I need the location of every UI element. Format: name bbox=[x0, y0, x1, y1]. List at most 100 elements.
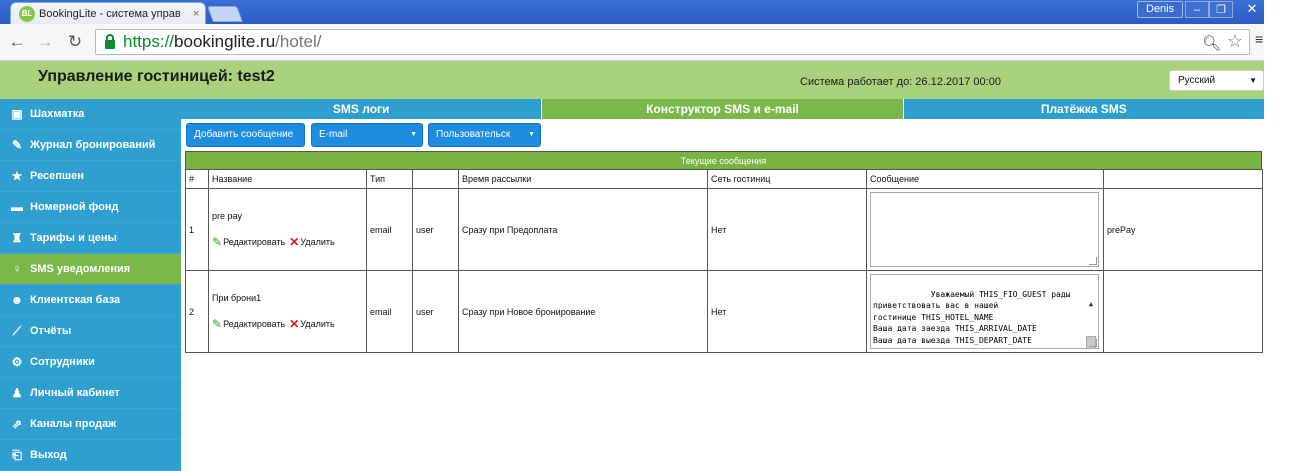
edit-link[interactable]: Редактировать bbox=[223, 237, 285, 247]
edit-link[interactable]: Редактировать bbox=[223, 319, 285, 329]
tab-sms-email-builder[interactable]: Конструктор SMS и e-mail bbox=[542, 99, 904, 119]
line-chart-icon: ⟋ bbox=[12, 323, 22, 338]
row-number: 1 bbox=[185, 188, 209, 271]
bookinglite-favicon-icon: BL bbox=[19, 5, 35, 22]
user-icon: ♟ bbox=[11, 386, 23, 400]
messages-table: Текущие сообщения # Название Тип Время р… bbox=[185, 151, 1263, 353]
money-bag-icon: ♜ bbox=[11, 231, 23, 245]
table-header-row: # Название Тип Время рассылки Сеть гости… bbox=[185, 169, 1263, 189]
bookmark-star-icon[interactable]: ☆ bbox=[1227, 31, 1243, 52]
chevron-down-icon: ▼ bbox=[528, 131, 535, 138]
minimize-window-button[interactable]: – bbox=[1185, 1, 1209, 18]
delete-link[interactable]: Удалить bbox=[300, 237, 334, 247]
sidebar-item-booking-journal[interactable]: ✎ Журнал бронирований bbox=[0, 130, 181, 161]
reload-icon[interactable]: ↻ bbox=[64, 31, 86, 53]
delete-link[interactable]: Удалить bbox=[300, 319, 334, 329]
table-caption: Текущие сообщения bbox=[185, 151, 1262, 169]
hotel-chain: Нет bbox=[707, 188, 867, 271]
sidebar-item-staff[interactable]: ⚙ Сотрудники bbox=[0, 347, 181, 378]
exit-icon: ⎗ bbox=[12, 447, 22, 462]
sidebar-item-clients[interactable]: ☻ Клиентская база bbox=[0, 285, 181, 316]
message-type: email bbox=[366, 270, 413, 353]
sidebar-item-account[interactable]: ♟ Личный кабинет bbox=[0, 378, 181, 409]
zoom-icon[interactable]: 🔍︎ bbox=[1202, 34, 1221, 52]
sidebar-item-sms[interactable]: ♀ SMS уведомления bbox=[0, 254, 181, 285]
browser-tab[interactable]: BL BookingLite - система управ × bbox=[10, 2, 206, 24]
message-type-value: E-mail bbox=[319, 129, 348, 140]
delete-cross-icon[interactable]: ✕ bbox=[289, 317, 299, 331]
message-textarea[interactable]: Уважаемый THIS_FIO_GUEST рады приветство… bbox=[870, 274, 1099, 349]
message-recipient: user bbox=[412, 188, 459, 271]
column-header: Время рассылки bbox=[458, 169, 708, 189]
sidebar-item-rooms[interactable]: ▬ Номерной фонд bbox=[0, 192, 181, 223]
tab-sms-payment[interactable]: Платёжка SMS bbox=[903, 99, 1264, 119]
table-row: 1 pre pay ✎ Редактировать ✕ Удалить emai… bbox=[185, 188, 1263, 271]
chevron-down-icon: ▼ bbox=[410, 131, 417, 138]
recipient-select[interactable]: Пользовательск ▼ bbox=[428, 123, 541, 147]
send-time: Сразу при Новое бронирование bbox=[458, 270, 708, 353]
bed-icon: ▬ bbox=[11, 200, 23, 214]
pencil-icon[interactable]: ✎ bbox=[212, 317, 222, 331]
sidebar-item-reception[interactable]: ★ Ресепшен bbox=[0, 161, 181, 192]
url-text: https://bookinglite.ru/hotel/ bbox=[123, 32, 322, 51]
row-name-cell: При брони1 ✎ Редактировать ✕ Удалить bbox=[208, 270, 367, 353]
sidebar-item-label: Выход bbox=[30, 449, 67, 461]
delete-cross-icon[interactable]: ✕ bbox=[289, 235, 299, 249]
sidebar-item-label: Журнал бронирований bbox=[30, 139, 156, 151]
maximize-window-button[interactable]: ❐ bbox=[1209, 1, 1233, 18]
add-message-button[interactable]: Добавить сообщение bbox=[186, 123, 305, 147]
textarea-scrollbar[interactable]: ▲ ▼ bbox=[1085, 276, 1097, 348]
sidebar-item-reports[interactable]: ⟋ Отчёты bbox=[0, 316, 181, 347]
language-select-value: Русский bbox=[1178, 75, 1216, 86]
chevron-down-icon: ▼ bbox=[1249, 76, 1257, 85]
language-select[interactable]: Русский ▼ bbox=[1169, 70, 1264, 91]
star-icon: ★ bbox=[11, 169, 23, 183]
message-name: При брони1 bbox=[212, 292, 262, 303]
sms-tabs: SMS логи Конструктор SMS и e-mail Платёж… bbox=[181, 99, 1264, 119]
sidebar-item-label: Клиентская база bbox=[30, 294, 121, 306]
message-textarea[interactable] bbox=[870, 192, 1099, 267]
scroll-up-icon[interactable]: ▲ bbox=[1085, 299, 1097, 311]
tab-close-icon[interactable]: × bbox=[193, 8, 199, 20]
message-type-select[interactable]: E-mail ▼ bbox=[311, 123, 423, 147]
message-code bbox=[1103, 270, 1263, 353]
sidebar-item-label: Каналы продаж bbox=[30, 418, 117, 430]
sidebar-item-logout[interactable]: ⎗ Выход bbox=[0, 440, 181, 471]
profile-button[interactable]: Denis bbox=[1137, 1, 1184, 18]
column-header: Сообщение bbox=[866, 169, 1104, 189]
tab-sms-logs[interactable]: SMS логи bbox=[181, 99, 543, 119]
column-header bbox=[1103, 169, 1263, 189]
forward-arrow-icon[interactable]: → bbox=[34, 31, 56, 53]
close-window-button[interactable]: ✕ bbox=[1240, 1, 1264, 18]
back-arrow-icon[interactable]: ← bbox=[6, 31, 28, 53]
calendar-grid-icon: ▣ bbox=[11, 107, 23, 121]
browser-menu-icon[interactable]: ≡ bbox=[1255, 32, 1263, 46]
sidebar-item-label: SMS уведомления bbox=[30, 263, 131, 275]
sidebar-item-label: Отчёты bbox=[30, 325, 72, 337]
sidebar-item-label: Ресепшен bbox=[30, 170, 84, 182]
pencil-icon[interactable]: ✎ bbox=[212, 235, 222, 249]
message-code: prePay bbox=[1103, 188, 1263, 271]
sales-channel-icon: ⇗ bbox=[11, 417, 23, 431]
new-tab-button[interactable] bbox=[207, 6, 243, 22]
column-header: Тип bbox=[366, 169, 413, 189]
sidebar-item-label: Шахматка bbox=[30, 108, 85, 120]
message-cell bbox=[866, 188, 1104, 271]
address-bar[interactable]: https://bookinglite.ru/hotel/ 🔍︎ ☆ bbox=[95, 29, 1250, 55]
resize-grip-icon[interactable] bbox=[1089, 257, 1097, 265]
sidebar-item-channels[interactable]: ⇗ Каналы продаж bbox=[0, 409, 181, 440]
message-name: pre pay bbox=[212, 210, 243, 221]
journal-icon: ✎ bbox=[11, 138, 23, 152]
resize-grip-icon[interactable] bbox=[1089, 339, 1097, 347]
hotel-chain: Нет bbox=[707, 270, 867, 353]
row-number: 2 bbox=[185, 270, 209, 353]
lock-icon bbox=[105, 33, 115, 49]
sidebar: ▣ Шахматка ✎ Журнал бронирований ★ Ресеп… bbox=[0, 99, 181, 471]
sidebar-item-rates[interactable]: ♜ Тарифы и цены bbox=[0, 223, 181, 254]
sidebar-item-chessboard[interactable]: ▣ Шахматка bbox=[0, 99, 181, 130]
table-row: 2 При брони1 ✎ Редактировать ✕ Удалить e… bbox=[185, 270, 1263, 353]
sidebar-item-label: Сотрудники bbox=[30, 356, 95, 368]
column-header: Сеть гостиниц bbox=[707, 169, 867, 189]
column-header: # bbox=[185, 169, 209, 189]
sidebar-item-label: Личный кабинет bbox=[30, 387, 120, 399]
